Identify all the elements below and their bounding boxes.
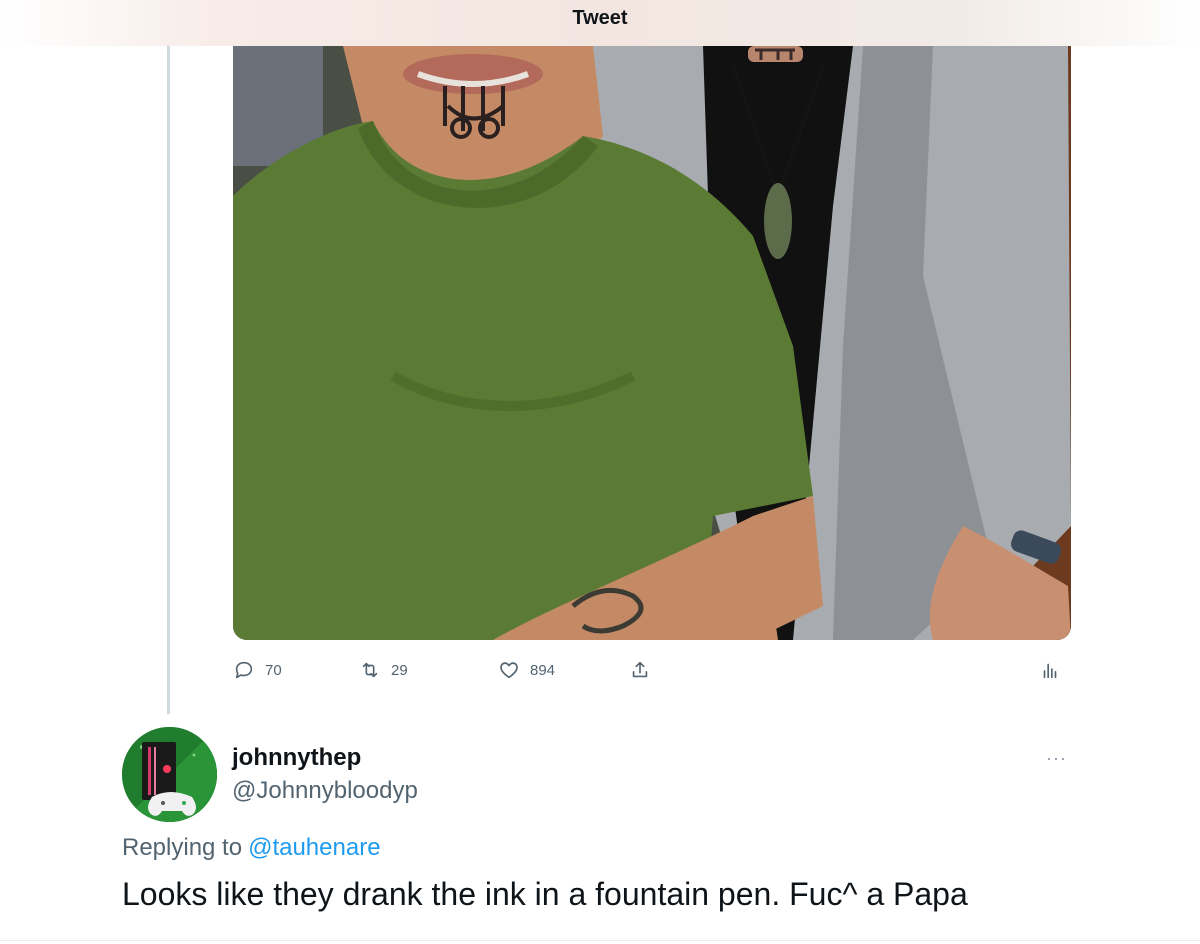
retweet-button[interactable]: 29 [359,656,408,684]
analytics-button[interactable] [1039,656,1061,684]
heart-icon [500,662,518,679]
thread-line [167,44,170,714]
replying-to-line: Replying to @tauhenare [122,834,381,862]
share-button[interactable] [629,656,651,684]
reply-count: 70 [265,661,282,679]
avatar-image [122,727,217,822]
header-bar: Tweet [0,0,1200,46]
avatar[interactable] [122,727,217,822]
like-button[interactable]: 894 [498,656,555,684]
retweet-count: 29 [391,661,408,679]
tweet-actions: 70 29 894 [233,656,1071,684]
replying-to-label: Replying to [122,834,243,861]
page-title: Tweet [572,6,628,29]
tweet-text: Looks like they drank the ink in a fount… [122,876,968,912]
analytics-icon [1043,663,1057,679]
mention-link[interactable]: @tauhenare [248,834,380,861]
divider [0,940,1200,941]
retweet-icon [362,662,378,678]
user-handle[interactable]: @Johnnybloodyp [232,777,418,805]
tweet-photo[interactable] [233,46,1071,640]
more-options-button[interactable]: ··· [1046,748,1067,769]
reply-icon [235,661,253,679]
share-icon [632,661,648,678]
photo-illustration [233,46,1071,640]
display-name[interactable]: johnnythep [232,744,361,772]
reply-button[interactable]: 70 [233,656,282,684]
like-count: 894 [530,661,556,679]
